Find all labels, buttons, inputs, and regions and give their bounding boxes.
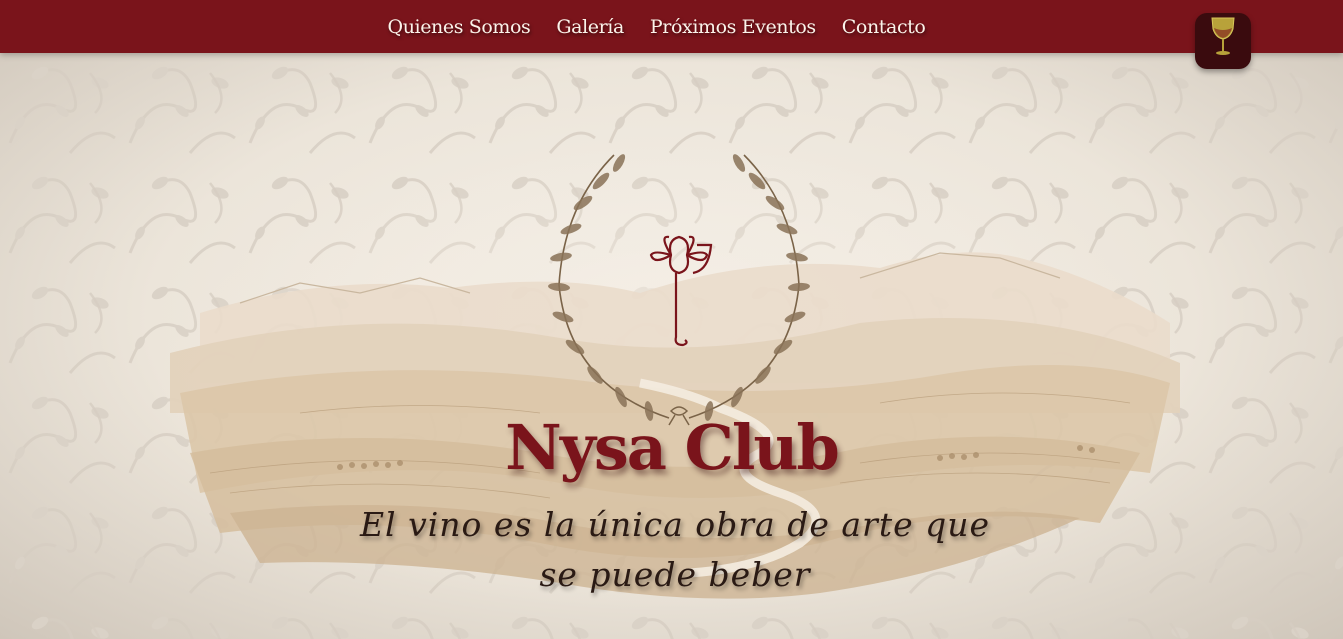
hero-section: Nysa Club El vino es la única obra de ar… [0, 53, 1343, 639]
nav-link-quienes-somos[interactable]: Quienes Somos [388, 16, 531, 38]
main-nav: Quienes Somos Galería Próximos Eventos C… [0, 0, 1343, 53]
hero-tagline: El vino es la única obra de arte que se … [359, 505, 991, 594]
hero-title: Nysa Club [505, 411, 840, 484]
wine-glass-button[interactable] [1195, 13, 1251, 69]
nav-link-contacto[interactable]: Contacto [842, 16, 926, 38]
nav-link-galeria[interactable]: Galería [556, 16, 624, 38]
top-navbar: Quienes Somos Galería Próximos Eventos C… [0, 0, 1343, 69]
nav-link-proximos-eventos[interactable]: Próximos Eventos [650, 16, 816, 38]
wine-glass-icon [1211, 17, 1235, 55]
